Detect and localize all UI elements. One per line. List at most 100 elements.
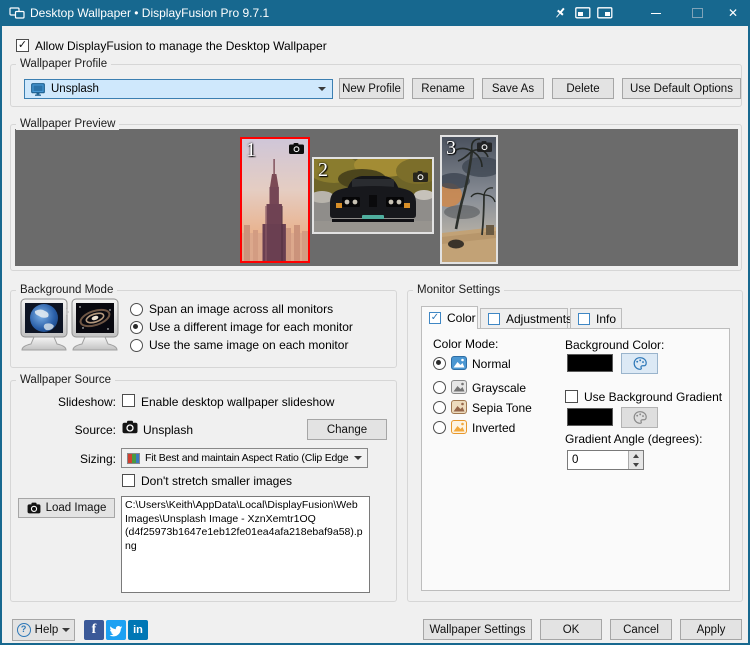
- sizing-mode-icon: [127, 453, 140, 464]
- desktop-wallpaper-window: Desktop Wallpaper • DisplayFusion Pro 9.…: [0, 0, 750, 645]
- same-image-radio[interactable]: [130, 339, 143, 352]
- color-mode-grayscale-label: Grayscale: [472, 381, 526, 395]
- wallpaper-preview-group-label: Wallpaper Preview: [16, 118, 119, 130]
- help-button[interactable]: ? Help: [12, 619, 75, 641]
- tab-info-label: Info: [596, 312, 616, 326]
- linkedin-icon[interactable]: in: [128, 620, 148, 640]
- background-color-swatch[interactable]: [567, 354, 613, 372]
- tab-info[interactable]: Info: [570, 308, 622, 329]
- spin-down-button[interactable]: [628, 460, 643, 469]
- tab-color[interactable]: ✓ Color: [421, 306, 478, 329]
- use-gradient-checkbox[interactable]: [565, 390, 578, 403]
- titlebar[interactable]: Desktop Wallpaper • DisplayFusion Pro 9.…: [0, 0, 750, 26]
- load-image-button[interactable]: Load Image: [18, 498, 115, 518]
- camera-icon[interactable]: [289, 143, 304, 154]
- chevron-down-icon: [62, 628, 70, 632]
- same-image-label: Use the same image on each monitor: [149, 338, 348, 352]
- monitor-number: 1: [246, 139, 256, 162]
- color-mode-sepia-radio[interactable]: [433, 401, 446, 414]
- adjustments-tab-checkbox[interactable]: [488, 313, 500, 325]
- help-label: Help: [35, 624, 59, 636]
- manage-wallpaper-label: Allow DisplayFusion to manage the Deskto…: [35, 39, 327, 53]
- tab-adjustments-label: Adjustments: [506, 312, 572, 326]
- new-profile-button[interactable]: New Profile: [339, 78, 404, 99]
- maximize-button: [686, 0, 708, 26]
- color-mode-grayscale-radio[interactable]: [433, 381, 446, 394]
- minimize-button[interactable]: [645, 0, 667, 26]
- monitor-number: 3: [446, 137, 456, 160]
- different-image-radio[interactable]: [130, 321, 143, 334]
- sizing-select[interactable]: Fit Best and maintain Aspect Ratio (Clip…: [121, 448, 368, 468]
- camera-icon[interactable]: [477, 141, 492, 152]
- source-label: Source:: [22, 423, 116, 437]
- wallpaper-settings-button[interactable]: Wallpaper Settings: [423, 619, 532, 640]
- gradient-angle-label: Gradient Angle (degrees):: [565, 432, 702, 446]
- delete-button[interactable]: Delete: [552, 78, 614, 99]
- save-as-button[interactable]: Save As: [482, 78, 544, 99]
- camera-icon: [122, 420, 138, 434]
- dont-stretch-checkbox[interactable]: [122, 474, 135, 487]
- span-image-label: Span an image across all monitors: [149, 302, 333, 316]
- monitor-preview-2[interactable]: 2: [312, 157, 434, 234]
- background-mode-group-label: Background Mode: [16, 284, 117, 296]
- monitor-preview-1[interactable]: 1: [240, 137, 310, 263]
- color-mode-sepia-label: Sepia Tone: [472, 401, 532, 415]
- background-color-label: Background Color:: [565, 338, 664, 352]
- selected-profile: Unsplash: [51, 83, 312, 95]
- normal-mode-icon: [451, 356, 467, 370]
- ok-button[interactable]: OK: [540, 619, 602, 640]
- manage-wallpaper-checkbox[interactable]: ✓: [16, 39, 29, 52]
- slideshow-checkbox-label: Enable desktop wallpaper slideshow: [141, 395, 334, 409]
- gradient-angle-input[interactable]: [568, 451, 630, 469]
- palette-icon: [632, 356, 648, 371]
- pin-window-icon[interactable]: [553, 6, 567, 20]
- slideshow-checkbox[interactable]: [122, 394, 135, 407]
- black-car-image: [314, 159, 432, 232]
- dont-stretch-label: Don't stretch smaller images: [141, 474, 292, 488]
- tab-adjustments[interactable]: Adjustments: [480, 308, 568, 329]
- cancel-button[interactable]: Cancel: [610, 619, 672, 640]
- wallpaper-profile-select[interactable]: Unsplash: [24, 79, 333, 99]
- wallpaper-source-group-label: Wallpaper Source: [16, 374, 115, 386]
- wallpaper-preview-area: 1: [15, 129, 738, 266]
- sepia-mode-icon: [451, 400, 467, 414]
- move-window-previous-monitor-icon[interactable]: [575, 7, 591, 19]
- gradient-color-picker-button: [621, 407, 658, 428]
- color-mode-inverted-radio[interactable]: [433, 421, 446, 434]
- apply-button[interactable]: Apply: [680, 619, 742, 640]
- info-tab-checkbox[interactable]: [578, 313, 590, 325]
- window-title: Desktop Wallpaper • DisplayFusion Pro 9.…: [30, 6, 269, 20]
- chevron-down-icon: [318, 87, 326, 91]
- slideshow-label: Slideshow:: [22, 395, 116, 409]
- color-tab-checkbox[interactable]: ✓: [429, 312, 441, 324]
- color-mode-normal-radio[interactable]: [433, 357, 446, 370]
- chevron-down-icon: [354, 456, 362, 460]
- camera-icon[interactable]: [413, 171, 428, 182]
- rename-button[interactable]: Rename: [412, 78, 474, 99]
- monitor-preview-3[interactable]: 3: [440, 135, 498, 264]
- use-default-options-button[interactable]: Use Default Options: [622, 78, 741, 99]
- color-mode-normal-label: Normal: [472, 357, 511, 371]
- wallpaper-profile-group-label: Wallpaper Profile: [16, 58, 111, 70]
- monitor-number: 2: [318, 159, 328, 182]
- close-button[interactable]: ✕: [721, 0, 745, 26]
- camera-icon: [27, 502, 41, 514]
- image-path-field[interactable]: C:\Users\Keith\AppData\Local\DisplayFusi…: [121, 496, 370, 593]
- earth-galaxy-monitors-icon: [20, 298, 120, 362]
- color-mode-label: Color Mode:: [433, 337, 498, 351]
- background-color-picker-button[interactable]: [621, 353, 658, 374]
- monitor-icon: [31, 83, 45, 96]
- source-value: Unsplash: [143, 423, 193, 437]
- displayfusion-logo-icon: [9, 5, 25, 21]
- gradient-angle-spinner[interactable]: [567, 450, 644, 470]
- change-source-button[interactable]: Change: [307, 419, 387, 440]
- facebook-icon[interactable]: f: [84, 620, 104, 640]
- sizing-label: Sizing:: [22, 452, 116, 466]
- gradient-color-swatch[interactable]: [567, 408, 613, 426]
- monitor-settings-group-label: Monitor Settings: [413, 284, 504, 296]
- span-image-radio[interactable]: [130, 303, 143, 316]
- spin-up-button[interactable]: [628, 451, 643, 460]
- palette-icon: [632, 410, 648, 425]
- twitter-icon[interactable]: [106, 620, 126, 640]
- move-window-next-monitor-icon[interactable]: [597, 7, 613, 19]
